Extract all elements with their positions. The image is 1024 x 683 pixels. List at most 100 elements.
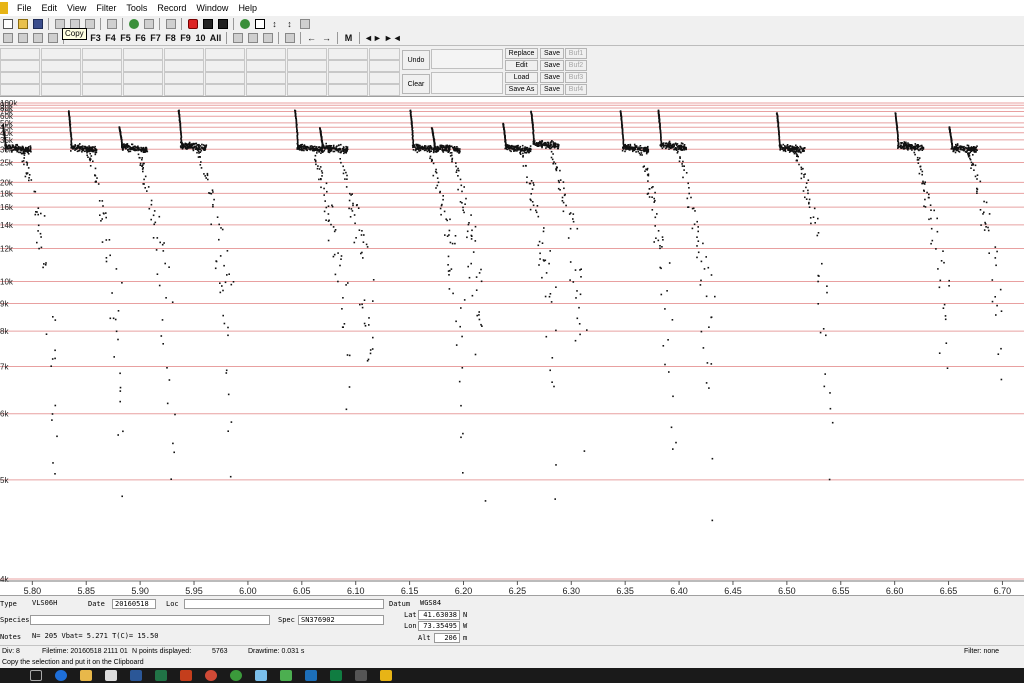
- zoom-button[interactable]: [238, 17, 251, 30]
- menu-record[interactable]: Record: [152, 0, 191, 16]
- buf3-button[interactable]: Buf3: [565, 72, 587, 83]
- select-box-button[interactable]: [253, 17, 266, 30]
- powerpoint-icon[interactable]: [180, 670, 192, 681]
- label-cell[interactable]: [82, 72, 122, 84]
- label-cell[interactable]: [41, 72, 81, 84]
- sonogram-graph[interactable]: 100k90k80k70k60k50k45k40k35k30k25k20k18k…: [0, 97, 1024, 595]
- next-file-button[interactable]: →: [320, 32, 333, 45]
- label-cell[interactable]: [369, 48, 400, 60]
- label-cell[interactable]: [205, 84, 245, 96]
- chrome-icon[interactable]: [205, 670, 217, 681]
- label-cell[interactable]: [82, 60, 122, 72]
- label-cell[interactable]: [205, 60, 245, 72]
- loop-button[interactable]: [164, 17, 177, 30]
- fkey-f6[interactable]: F6: [134, 32, 147, 45]
- app-icon-blue[interactable]: [255, 670, 267, 681]
- app-icon-blue-2[interactable]: [305, 670, 317, 681]
- fkey-all[interactable]: All: [209, 32, 222, 45]
- marker-button[interactable]: M: [342, 32, 355, 45]
- buf1-button[interactable]: Buf1: [565, 48, 587, 59]
- compress-horizontal-button[interactable]: ►◄: [384, 32, 402, 45]
- label-cell[interactable]: [123, 60, 163, 72]
- label-cell[interactable]: [328, 72, 368, 84]
- label-cell[interactable]: [0, 60, 40, 72]
- label-cell[interactable]: [123, 48, 163, 60]
- scatter-button[interactable]: [246, 32, 259, 45]
- label-cell[interactable]: [369, 84, 400, 96]
- vertical-compress-button[interactable]: ↕: [283, 17, 296, 30]
- folder-icon[interactable]: [80, 670, 92, 681]
- replace-button[interactable]: Replace: [505, 48, 538, 59]
- record-button[interactable]: [186, 17, 199, 30]
- task-view-icon[interactable]: [30, 670, 42, 681]
- label-cell[interactable]: [287, 84, 327, 96]
- expand-horizontal-button[interactable]: ◄►: [364, 32, 382, 45]
- menu-view[interactable]: View: [62, 0, 91, 16]
- label-cell[interactable]: [0, 72, 40, 84]
- label-edit-field-2[interactable]: [431, 72, 503, 94]
- label-cell[interactable]: [164, 48, 204, 60]
- save-buf4-button[interactable]: Save: [540, 84, 564, 95]
- menu-help[interactable]: Help: [233, 0, 262, 16]
- menu-filter[interactable]: Filter: [91, 0, 121, 16]
- menu-file[interactable]: File: [12, 0, 37, 16]
- label-cell[interactable]: [41, 84, 81, 96]
- vertical-expand-button[interactable]: ↕: [268, 17, 281, 30]
- menu-window[interactable]: Window: [191, 0, 233, 16]
- app-icon-green-2[interactable]: [280, 670, 292, 681]
- sequence-button[interactable]: [46, 32, 59, 45]
- save-buf2-button[interactable]: Save: [540, 60, 564, 71]
- analook-taskbar-icon[interactable]: [380, 670, 392, 681]
- label-cell[interactable]: [164, 84, 204, 96]
- label-cell[interactable]: [82, 48, 122, 60]
- loc-field[interactable]: [184, 599, 384, 609]
- compressed-view-button[interactable]: [16, 32, 29, 45]
- zoom-view-button[interactable]: [261, 32, 274, 45]
- label-cell[interactable]: [205, 48, 245, 60]
- fkey-f5[interactable]: F5: [119, 32, 132, 45]
- menu-edit[interactable]: Edit: [37, 0, 63, 16]
- fkey-f10[interactable]: 10: [194, 32, 207, 45]
- copy-view-button[interactable]: [283, 32, 296, 45]
- app-icon-grey[interactable]: [355, 670, 367, 681]
- undo-button[interactable]: Undo: [402, 50, 430, 70]
- buf2-button[interactable]: Buf2: [565, 60, 587, 71]
- help-button[interactable]: [127, 17, 140, 30]
- buf4-button[interactable]: Buf4: [565, 84, 587, 95]
- save-buf1-button[interactable]: Save: [540, 48, 564, 59]
- app-icon-green-3[interactable]: [330, 670, 342, 681]
- app-icon-green[interactable]: [230, 670, 242, 681]
- label-cell[interactable]: [246, 72, 286, 84]
- label-cell[interactable]: [369, 60, 400, 72]
- fkey-f7[interactable]: F7: [149, 32, 162, 45]
- label-cell[interactable]: [369, 72, 400, 84]
- species-field[interactable]: [30, 615, 270, 625]
- label-cell[interactable]: [328, 48, 368, 60]
- new-file-button[interactable]: [1, 17, 14, 30]
- label-cell[interactable]: [123, 84, 163, 96]
- label-cell[interactable]: [328, 84, 368, 96]
- save-buf3-button[interactable]: Save: [540, 72, 564, 83]
- previous-file-button[interactable]: ←: [305, 32, 318, 45]
- monitor-button[interactable]: [216, 17, 229, 30]
- word-icon[interactable]: [130, 670, 142, 681]
- true-view-button[interactable]: [31, 32, 44, 45]
- print-button[interactable]: [105, 17, 118, 30]
- label-cell[interactable]: [41, 48, 81, 60]
- label-cell[interactable]: [205, 72, 245, 84]
- slope-button[interactable]: [231, 32, 244, 45]
- save-button[interactable]: [31, 17, 44, 30]
- context-help-button[interactable]: [142, 17, 155, 30]
- label-edit-field[interactable]: [431, 49, 503, 69]
- label-cell[interactable]: [287, 60, 327, 72]
- grid-view-button[interactable]: [1, 32, 14, 45]
- label-cell[interactable]: [82, 84, 122, 96]
- label-cell[interactable]: [246, 60, 286, 72]
- label-cell[interactable]: [287, 72, 327, 84]
- stop-button[interactable]: [201, 17, 214, 30]
- fkey-f9[interactable]: F9: [179, 32, 192, 45]
- save-as-button[interactable]: Save As: [505, 84, 538, 95]
- open-button[interactable]: [16, 17, 29, 30]
- label-cell[interactable]: [41, 60, 81, 72]
- fkey-f3[interactable]: F3: [89, 32, 102, 45]
